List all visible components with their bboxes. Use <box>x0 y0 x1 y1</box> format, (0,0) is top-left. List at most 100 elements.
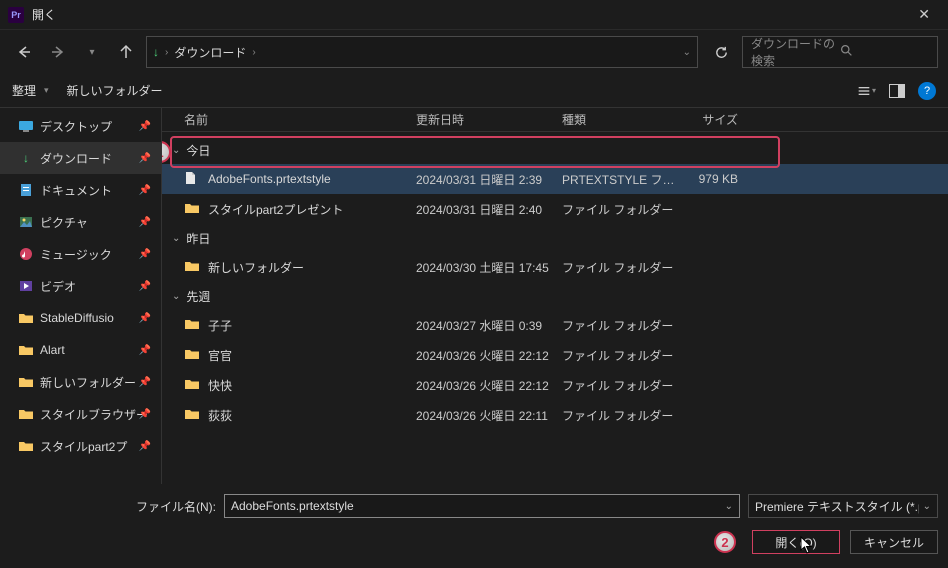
file-icon <box>184 171 200 188</box>
sidebar-item-label: ピクチャ <box>40 214 88 231</box>
sidebar-item-desktop[interactable]: デスクトップ 📌 <box>0 110 161 142</box>
file-row[interactable]: 快快2024/03/26 火曜日 22:12ファイル フォルダー <box>162 370 948 400</box>
desktop-icon <box>18 120 34 132</box>
col-size[interactable]: サイズ <box>680 111 748 128</box>
sidebar: デスクトップ📌↓ダウンロード📌ドキュメント📌ピクチャ📌ミュージック📌ビデオ📌St… <box>0 108 162 484</box>
app-icon: Pr <box>8 7 24 23</box>
sidebar-item-label: 新しいフォルダー <box>40 374 136 391</box>
sidebar-item-folder[interactable]: スタイルpart2プ📌 <box>0 430 161 462</box>
download-icon: ↓ <box>18 151 34 165</box>
folder-icon <box>18 312 34 324</box>
chevron-down-icon: ⌄ <box>172 291 180 302</box>
sidebar-item-video[interactable]: ビデオ 📌 <box>0 270 161 302</box>
folder-icon <box>184 260 200 275</box>
file-type: ファイル フォルダー <box>562 347 680 364</box>
file-date: 2024/03/26 火曜日 22:12 <box>416 347 562 364</box>
file-row[interactable]: スタイルpart2プレゼント2024/03/31 日曜日 2:40ファイル フォ… <box>162 194 948 224</box>
file-row[interactable]: AdobeFonts.prtextstyle2024/03/31 日曜日 2:3… <box>162 164 948 194</box>
sidebar-item-label: ダウンロード <box>40 150 112 167</box>
chevron-down-icon[interactable]: ⌄ <box>683 47 691 58</box>
group-header[interactable]: ⌄ 先週 <box>162 282 948 310</box>
folder-icon <box>18 376 34 388</box>
file-size: 979 KB <box>680 172 748 186</box>
path-segment[interactable]: ダウンロード <box>174 44 246 61</box>
file-name: 快快 <box>208 377 232 394</box>
sidebar-item-folder[interactable]: 新しいフォルダー📌 <box>0 366 161 398</box>
picture-icon <box>18 216 34 228</box>
file-date: 2024/03/27 水曜日 0:39 <box>416 317 562 334</box>
recent-dropdown[interactable]: ▾ <box>78 38 106 66</box>
chevron-right-icon: › <box>252 47 255 58</box>
folder-icon <box>184 348 200 363</box>
annotation-marker-2: 2 <box>714 531 736 553</box>
file-row[interactable]: 官官2024/03/26 火曜日 22:12ファイル フォルダー <box>162 340 948 370</box>
group-header[interactable]: ⌄ 今日 <box>162 136 948 164</box>
file-row[interactable]: 新しいフォルダー2024/03/30 土曜日 17:45ファイル フォルダー <box>162 252 948 282</box>
file-type: ファイル フォルダー <box>562 201 680 218</box>
pin-icon: 📌 <box>139 281 151 292</box>
sidebar-item-label: ビデオ <box>40 278 76 295</box>
folder-icon <box>184 378 200 393</box>
back-button[interactable] <box>10 38 38 66</box>
folder-icon <box>18 440 34 452</box>
file-type: ファイル フォルダー <box>562 407 680 424</box>
column-headers: 名前 更新日時 種類 サイズ <box>162 108 948 132</box>
help-icon[interactable]: ? <box>918 82 936 100</box>
chevron-down-icon[interactable]: ⌄ <box>923 501 931 512</box>
file-date: 2024/03/26 火曜日 22:12 <box>416 377 562 394</box>
file-name: 新しいフォルダー <box>208 259 304 276</box>
col-name[interactable]: 名前 <box>184 111 416 128</box>
file-type: ファイル フォルダー <box>562 259 680 276</box>
document-icon <box>18 183 34 197</box>
sidebar-item-folder[interactable]: スタイルブラウザー📌 <box>0 398 161 430</box>
refresh-button[interactable] <box>706 37 736 67</box>
file-name: AdobeFonts.prtextstyle <box>208 172 331 186</box>
col-type[interactable]: 種類 <box>562 111 680 128</box>
file-row[interactable]: 荻荻2024/03/26 火曜日 22:11ファイル フォルダー <box>162 400 948 430</box>
sidebar-item-label: スタイルpart2プ <box>40 438 127 455</box>
open-button[interactable]: 開く(O) <box>752 530 840 554</box>
file-date: 2024/03/26 火曜日 22:11 <box>416 407 562 424</box>
pin-icon: 📌 <box>139 153 151 164</box>
download-icon: ↓ <box>153 45 159 59</box>
group-label: 昨日 <box>186 230 210 247</box>
chevron-down-icon: ⌄ <box>172 145 180 156</box>
folder-icon <box>184 408 200 423</box>
up-button[interactable] <box>112 38 140 66</box>
close-icon[interactable]: ✕ <box>908 2 940 27</box>
nav-bar: ▾ ↓ › ダウンロード › ⌄ ダウンロードの検索 <box>0 30 948 74</box>
filename-label: ファイル名(N): <box>0 498 216 515</box>
pin-icon: 📌 <box>139 185 151 196</box>
view-mode-button[interactable]: ▾ <box>858 82 876 100</box>
new-folder-button[interactable]: 新しいフォルダー <box>67 82 163 99</box>
address-bar[interactable]: ↓ › ダウンロード › ⌄ <box>146 36 698 68</box>
file-type-select[interactable]: Premiere テキストスタイル (*.prtex ⌄ <box>748 494 938 518</box>
folder-icon <box>18 344 34 356</box>
forward-button[interactable] <box>44 38 72 66</box>
pin-icon: 📌 <box>139 121 151 132</box>
preview-pane-button[interactable] <box>888 82 906 100</box>
sidebar-item-music[interactable]: ミュージック📌 <box>0 238 161 270</box>
file-row[interactable]: 子子2024/03/27 水曜日 0:39ファイル フォルダー <box>162 310 948 340</box>
search-input[interactable]: ダウンロードの検索 <box>742 36 938 68</box>
filename-input[interactable]: AdobeFonts.prtextstyle ⌄ <box>224 494 740 518</box>
group-label: 先週 <box>186 288 210 305</box>
pin-icon: 📌 <box>139 313 151 324</box>
pin-icon: 📌 <box>139 377 151 388</box>
sidebar-item-picture[interactable]: ピクチャ📌 <box>0 206 161 238</box>
group-header[interactable]: ⌄昨日 <box>162 224 948 252</box>
sidebar-item-document[interactable]: ドキュメント📌 <box>0 174 161 206</box>
sidebar-item-label: デスクトップ <box>40 118 112 135</box>
window-title: 開く <box>32 6 56 23</box>
sidebar-item-folder[interactable]: Alart📌 <box>0 334 161 366</box>
cancel-button[interactable]: キャンセル <box>850 530 938 554</box>
folder-icon <box>18 408 34 420</box>
file-name: 子子 <box>208 317 232 334</box>
chevron-down-icon[interactable]: ⌄ <box>725 501 733 512</box>
sidebar-item-label: ミュージック <box>40 246 112 263</box>
organize-button[interactable]: 整理▾ <box>12 82 49 99</box>
sidebar-item-folder[interactable]: StableDiffusio📌 <box>0 302 161 334</box>
col-date[interactable]: 更新日時 <box>416 111 562 128</box>
sidebar-item-download[interactable]: ↓ ダウンロード 📌 <box>0 142 161 174</box>
group-label: 今日 <box>186 142 210 159</box>
